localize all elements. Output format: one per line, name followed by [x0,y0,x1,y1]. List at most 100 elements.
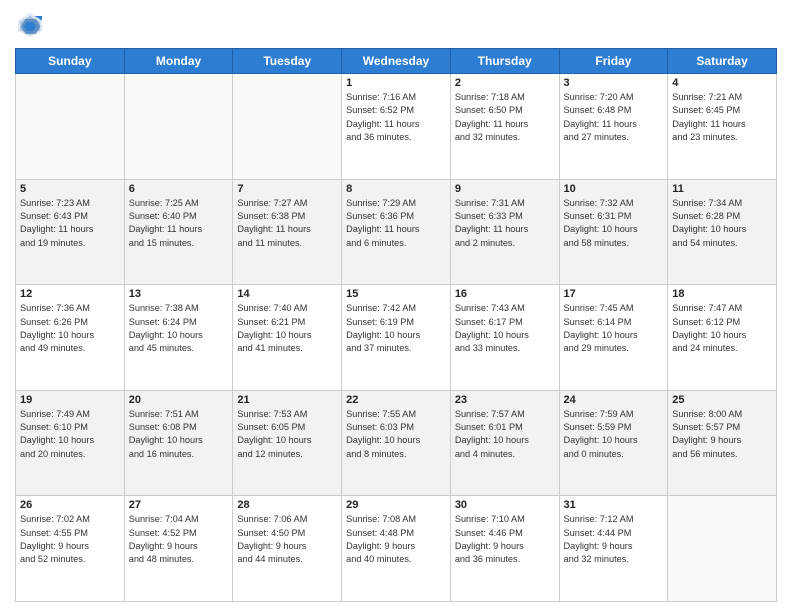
calendar-cell: 21 Sunrise: 7:53 AM Sunset: 6:05 PM Dayli… [233,390,342,496]
calendar-cell: 31 Sunrise: 7:12 AM Sunset: 4:44 PM Dayli… [559,496,668,602]
day-number: 9 [455,183,555,195]
day-info: Sunrise: 7:08 AM Sunset: 4:48 PM Dayligh… [346,513,446,566]
calendar-week-row: 19 Sunrise: 7:49 AM Sunset: 6:10 PM Dayli… [16,390,777,496]
calendar-cell: 26 Sunrise: 7:02 AM Sunset: 4:55 PM Dayli… [16,496,125,602]
calendar-cell: 24Sunrise: 7:59 AM Sunset: 5:59 PM Dayli… [559,390,668,496]
calendar-cell: 23Sunrise: 7:57 AM Sunset: 6:01 PM Dayli… [450,390,559,496]
calendar-cell [233,74,342,180]
weekday-header-tuesday: Tuesday [233,49,342,74]
day-info: Sunrise: 7:34 AM Sunset: 6:28 PM Dayligh… [672,197,772,250]
day-info: Sunrise: 7:47 AM Sunset: 6:12 PM Dayligh… [672,302,772,355]
calendar-cell: 16 Sunrise: 7:43 AM Sunset: 6:17 PM Dayli… [450,285,559,391]
day-info: Sunrise: 7:18 AM Sunset: 6:50 PM Dayligh… [455,91,555,144]
calendar-cell [16,74,125,180]
day-info: Sunrise: 7:38 AM Sunset: 6:24 PM Dayligh… [129,302,229,355]
calendar-cell: 12 Sunrise: 7:36 AM Sunset: 6:26 PM Dayli… [16,285,125,391]
calendar-cell: 29Sunrise: 7:08 AM Sunset: 4:48 PM Dayli… [342,496,451,602]
day-number: 13 [129,288,229,300]
calendar-cell: 9 Sunrise: 7:31 AM Sunset: 6:33 PM Daylig… [450,179,559,285]
calendar-week-row: 5 Sunrise: 7:23 AM Sunset: 6:43 PM Daylig… [16,179,777,285]
calendar-cell: 4 Sunrise: 7:21 AM Sunset: 6:45 PM Daylig… [668,74,777,180]
calendar-cell: 19 Sunrise: 7:49 AM Sunset: 6:10 PM Dayli… [16,390,125,496]
calendar-cell: 28 Sunrise: 7:06 AM Sunset: 4:50 PM Dayli… [233,496,342,602]
calendar-cell: 27Sunrise: 7:04 AM Sunset: 4:52 PM Dayli… [124,496,233,602]
day-number: 17 [564,288,664,300]
day-number: 1 [346,77,446,89]
day-info: Sunrise: 7:06 AM Sunset: 4:50 PM Dayligh… [237,513,337,566]
day-info: Sunrise: 7:12 AM Sunset: 4:44 PM Dayligh… [564,513,664,566]
calendar-cell [668,496,777,602]
calendar-week-row: 12 Sunrise: 7:36 AM Sunset: 6:26 PM Dayli… [16,285,777,391]
calendar-cell: 6 Sunrise: 7:25 AM Sunset: 6:40 PM Daylig… [124,179,233,285]
day-number: 7 [237,183,337,195]
calendar-cell: 22 Sunrise: 7:55 AM Sunset: 6:03 PM Dayli… [342,390,451,496]
day-info: Sunrise: 7:25 AM Sunset: 6:40 PM Dayligh… [129,197,229,250]
day-info: Sunrise: 7:23 AM Sunset: 6:43 PM Dayligh… [20,197,120,250]
logo [15,10,49,40]
day-info: Sunrise: 7:40 AM Sunset: 6:21 PM Dayligh… [237,302,337,355]
day-number: 5 [20,183,120,195]
calendar-cell: 14 Sunrise: 7:40 AM Sunset: 6:21 PM Dayli… [233,285,342,391]
logo-icon [15,10,45,40]
day-info: Sunrise: 7:45 AM Sunset: 6:14 PM Dayligh… [564,302,664,355]
calendar-cell: 10Sunrise: 7:32 AM Sunset: 6:31 PM Dayli… [559,179,668,285]
day-number: 23 [455,394,555,406]
day-info: Sunrise: 7:04 AM Sunset: 4:52 PM Dayligh… [129,513,229,566]
day-number: 4 [672,77,772,89]
day-number: 6 [129,183,229,195]
day-info: Sunrise: 7:55 AM Sunset: 6:03 PM Dayligh… [346,408,446,461]
calendar-week-row: 1 Sunrise: 7:16 AM Sunset: 6:52 PM Daylig… [16,74,777,180]
day-number: 20 [129,394,229,406]
day-info: Sunrise: 7:10 AM Sunset: 4:46 PM Dayligh… [455,513,555,566]
calendar-cell: 7 Sunrise: 7:27 AM Sunset: 6:38 PM Daylig… [233,179,342,285]
day-info: Sunrise: 7:49 AM Sunset: 6:10 PM Dayligh… [20,408,120,461]
day-info: Sunrise: 7:51 AM Sunset: 6:08 PM Dayligh… [129,408,229,461]
calendar-cell: 20 Sunrise: 7:51 AM Sunset: 6:08 PM Dayli… [124,390,233,496]
day-number: 8 [346,183,446,195]
day-info: Sunrise: 7:53 AM Sunset: 6:05 PM Dayligh… [237,408,337,461]
calendar-cell: 1 Sunrise: 7:16 AM Sunset: 6:52 PM Daylig… [342,74,451,180]
day-number: 10 [564,183,664,195]
day-info: Sunrise: 7:21 AM Sunset: 6:45 PM Dayligh… [672,91,772,144]
day-info: Sunrise: 7:02 AM Sunset: 4:55 PM Dayligh… [20,513,120,566]
page: SundayMondayTuesdayWednesdayThursdayFrid… [0,0,792,612]
weekday-header-monday: Monday [124,49,233,74]
header [15,10,777,40]
day-info: Sunrise: 7:16 AM Sunset: 6:52 PM Dayligh… [346,91,446,144]
calendar-cell: 25Sunrise: 8:00 AM Sunset: 5:57 PM Dayli… [668,390,777,496]
header-row: SundayMondayTuesdayWednesdayThursdayFrid… [16,49,777,74]
day-number: 14 [237,288,337,300]
calendar-cell: 3Sunrise: 7:20 AM Sunset: 6:48 PM Daylig… [559,74,668,180]
day-number: 19 [20,394,120,406]
calendar-week-row: 26 Sunrise: 7:02 AM Sunset: 4:55 PM Dayli… [16,496,777,602]
day-number: 21 [237,394,337,406]
day-info: Sunrise: 7:27 AM Sunset: 6:38 PM Dayligh… [237,197,337,250]
day-number: 26 [20,499,120,511]
day-number: 24 [564,394,664,406]
day-number: 3 [564,77,664,89]
day-number: 2 [455,77,555,89]
day-info: Sunrise: 7:42 AM Sunset: 6:19 PM Dayligh… [346,302,446,355]
day-number: 11 [672,183,772,195]
day-info: Sunrise: 7:31 AM Sunset: 6:33 PM Dayligh… [455,197,555,250]
day-info: Sunrise: 7:43 AM Sunset: 6:17 PM Dayligh… [455,302,555,355]
calendar-cell: 18Sunrise: 7:47 AM Sunset: 6:12 PM Dayli… [668,285,777,391]
calendar-table: SundayMondayTuesdayWednesdayThursdayFrid… [15,48,777,602]
day-number: 22 [346,394,446,406]
day-number: 30 [455,499,555,511]
day-number: 12 [20,288,120,300]
calendar-cell: 30 Sunrise: 7:10 AM Sunset: 4:46 PM Dayli… [450,496,559,602]
day-number: 16 [455,288,555,300]
day-info: Sunrise: 7:36 AM Sunset: 6:26 PM Dayligh… [20,302,120,355]
day-number: 28 [237,499,337,511]
calendar-cell: 8Sunrise: 7:29 AM Sunset: 6:36 PM Daylig… [342,179,451,285]
calendar-cell: 5 Sunrise: 7:23 AM Sunset: 6:43 PM Daylig… [16,179,125,285]
weekday-header-wednesday: Wednesday [342,49,451,74]
calendar-cell: 15 Sunrise: 7:42 AM Sunset: 6:19 PM Dayli… [342,285,451,391]
calendar-cell: 2 Sunrise: 7:18 AM Sunset: 6:50 PM Daylig… [450,74,559,180]
calendar-cell: 17 Sunrise: 7:45 AM Sunset: 6:14 PM Dayli… [559,285,668,391]
calendar-cell: 13 Sunrise: 7:38 AM Sunset: 6:24 PM Dayli… [124,285,233,391]
calendar-cell [124,74,233,180]
day-number: 15 [346,288,446,300]
day-number: 31 [564,499,664,511]
